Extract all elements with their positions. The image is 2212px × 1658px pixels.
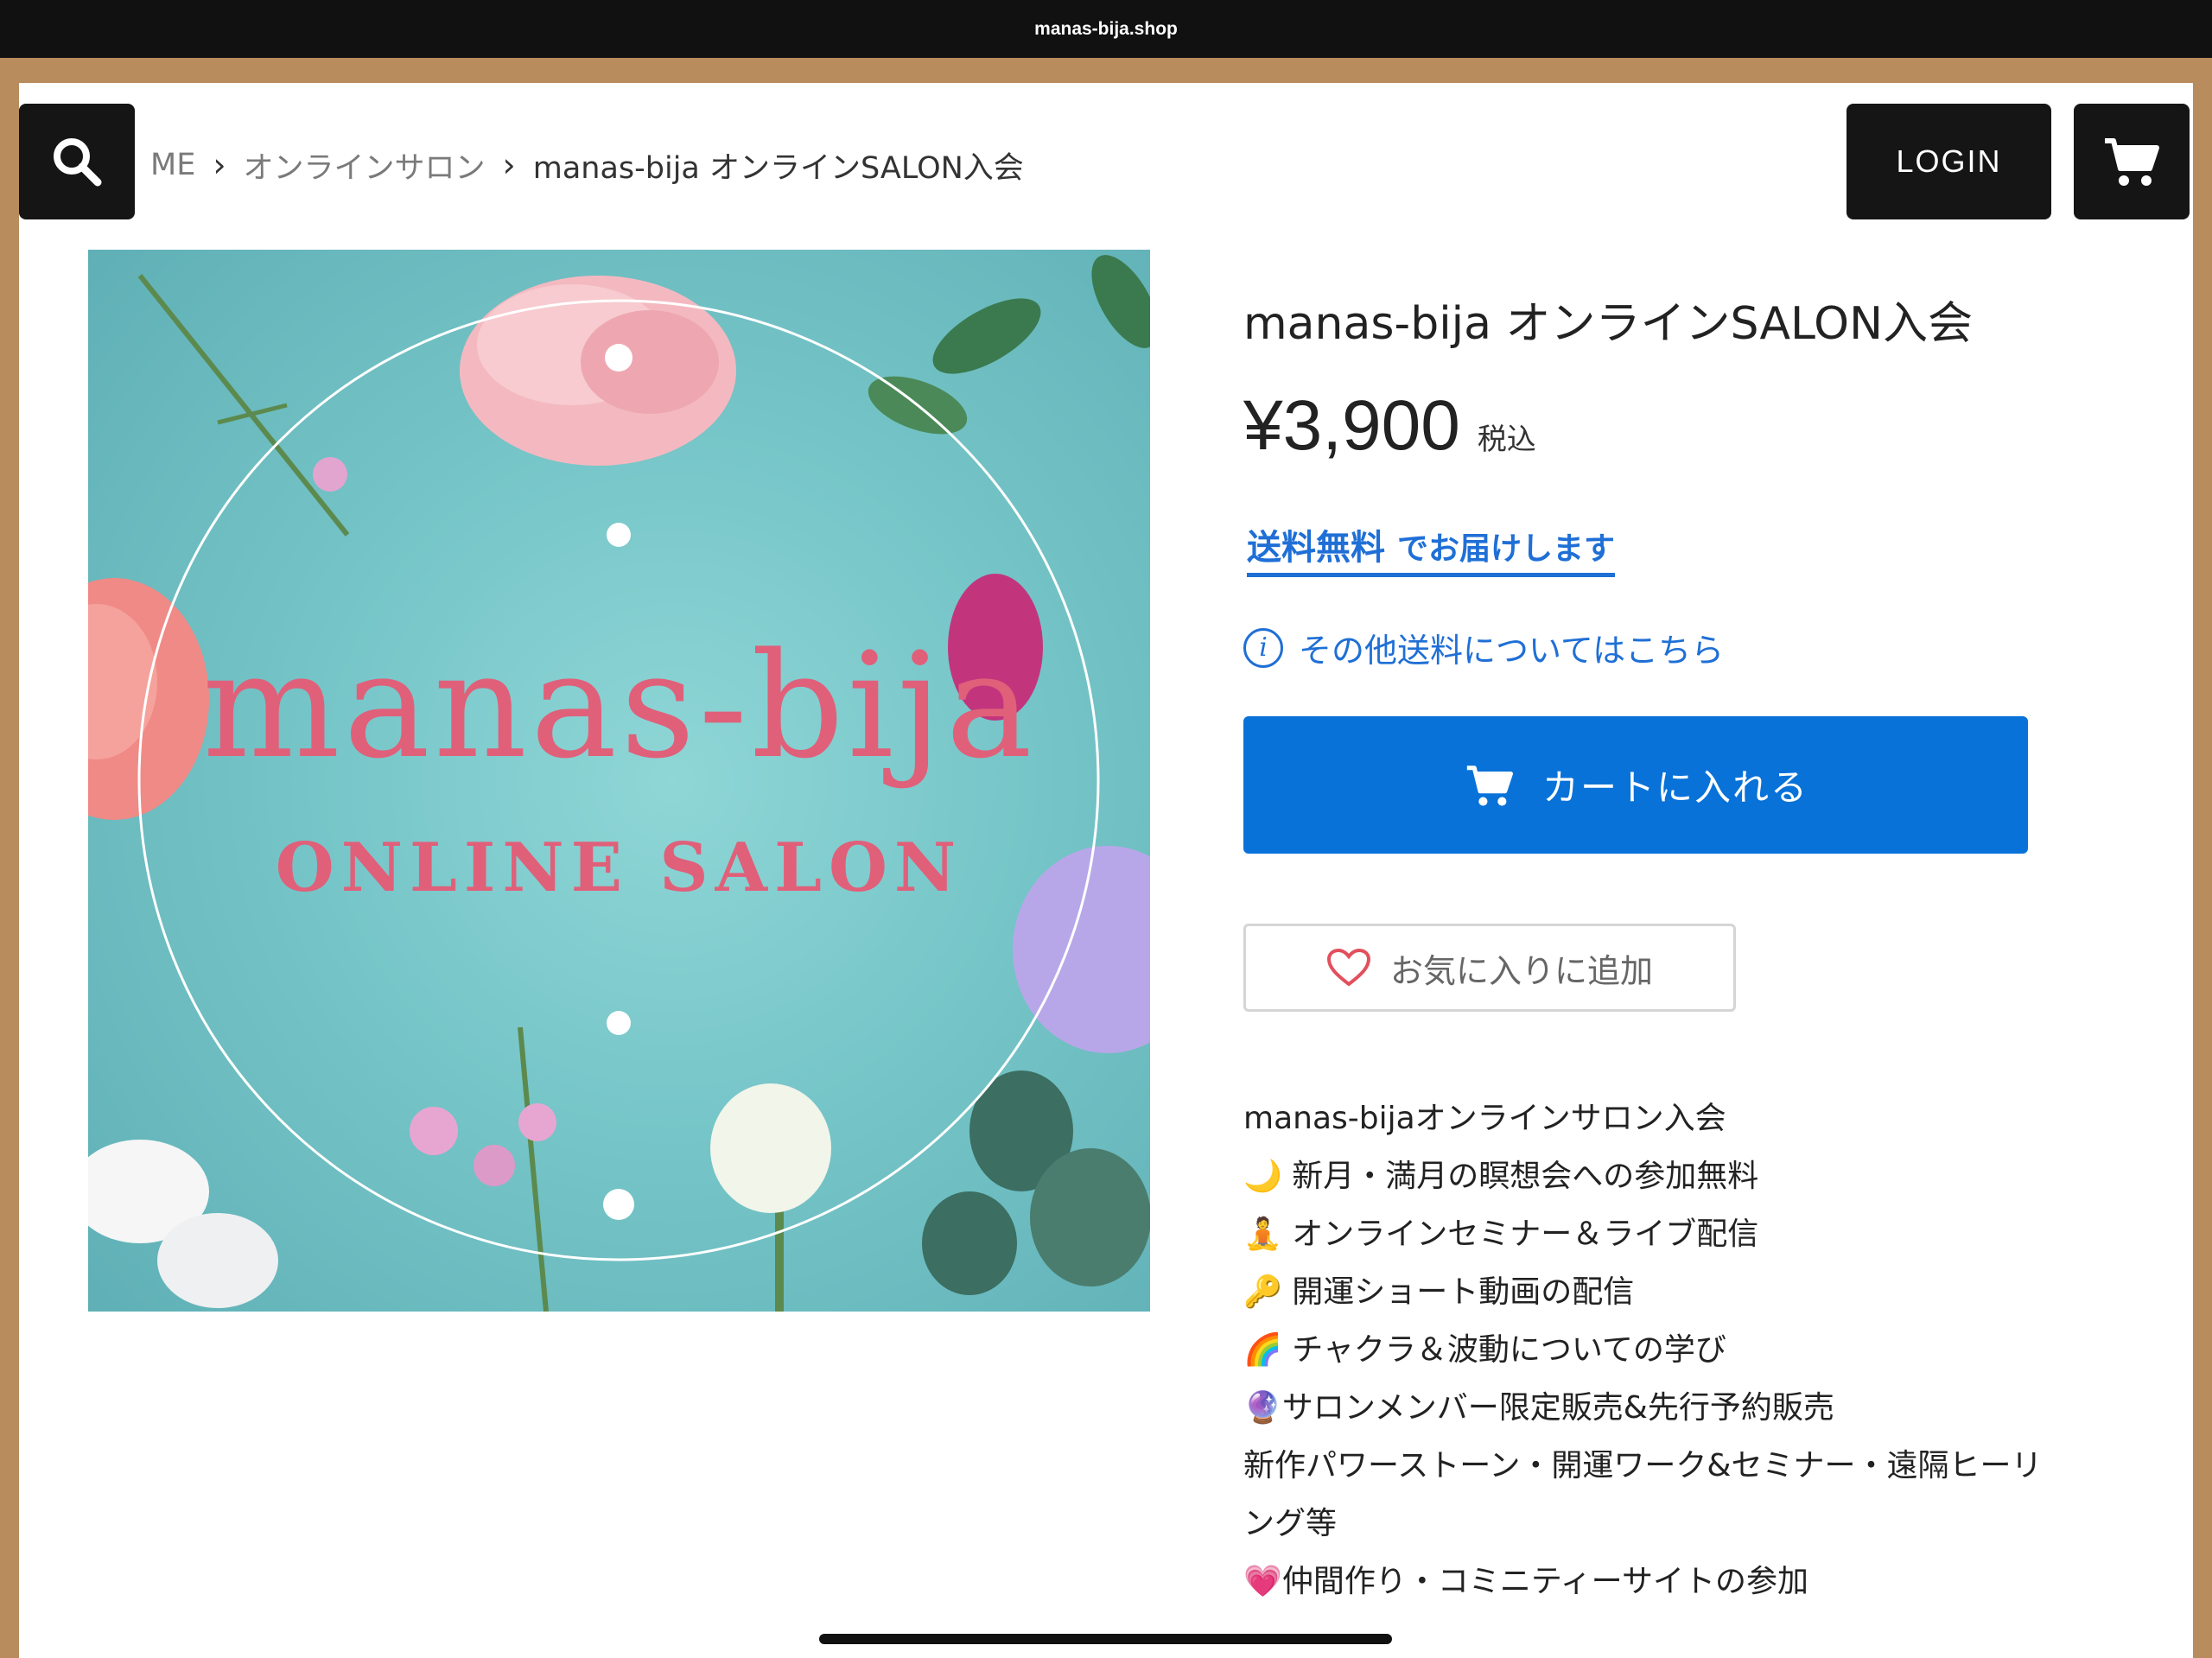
description-line: 🔑 開運ショート動画の配信 — [1243, 1274, 1635, 1310]
description-line: ング等 — [1243, 1506, 1338, 1541]
shipping-info-link[interactable]: i その他送料についてはこちら — [1243, 624, 1724, 671]
page: ME › オンラインサロン › manas-bija オンラインSALON入会 … — [19, 83, 2193, 1658]
add-to-cart-label: カートに入れる — [1541, 766, 1808, 809]
chevron-right-icon: › — [502, 146, 516, 184]
description-line: 🧘 オンラインセミナー＆ライブ配信 — [1243, 1217, 1759, 1252]
description-line: 💗仲間作り・コミニティーサイトの参加 — [1243, 1564, 1808, 1599]
product-image[interactable]: manas-bija ONLINE SALON — [88, 250, 1150, 1312]
free-shipping-subtext: でお届けします — [1396, 531, 1615, 567]
browser-url-bar[interactable]: manas-bija.shop — [0, 0, 2212, 58]
cart-button[interactable] — [2074, 104, 2190, 219]
cart-icon — [1466, 765, 1513, 806]
image-subtitle-text: ONLINE SALON — [275, 829, 963, 907]
description-line: 🌙 新月・満月の瞑想会への参加無料 — [1243, 1159, 1759, 1194]
breadcrumb-current: manas-bija オンラインSALON入会 — [532, 150, 1024, 186]
product-price: ¥3,900 — [1243, 386, 1460, 465]
description-line: 🔮サロンメンバー限定販売&先行予約販売 — [1243, 1390, 1834, 1426]
free-shipping-badge: 送料無料 でお届けします — [1247, 519, 1615, 577]
description-line: 🌈 チャクラ＆波動についての学び — [1243, 1332, 1726, 1368]
cart-icon — [2105, 138, 2159, 186]
breadcrumb-category[interactable]: オンラインサロン — [244, 143, 486, 187]
chevron-right-icon: › — [213, 146, 226, 184]
description-line: 新作パワーストーン・開運ワーク&セミナー・遠隔ヒーリ — [1243, 1448, 2043, 1483]
add-to-favorites-label: お気に入りに追加 — [1389, 951, 1653, 990]
breadcrumb: ME › オンラインサロン › manas-bija オンラインSALON入会 — [135, 143, 1024, 187]
price-row: ¥3,900 税込 — [1243, 385, 1536, 467]
login-label: LOGIN — [1896, 143, 2002, 179]
image-brand-text: manas-bija — [202, 621, 1036, 791]
add-to-cart-button[interactable]: カートに入れる — [1243, 716, 2028, 854]
product-title: manas-bija オンラインSALON入会 — [1243, 298, 1973, 350]
url-text: manas-bija.shop — [1034, 18, 1178, 39]
free-shipping-text: 送料無料 — [1247, 528, 1385, 568]
heart-icon — [1326, 948, 1370, 987]
description-line: manas-bijaオンラインサロン入会 — [1243, 1101, 1726, 1136]
shipping-info-text: その他送料についてはこちら — [1299, 632, 1725, 670]
tax-label: 税込 — [1477, 422, 1536, 457]
breadcrumb-home[interactable]: ME — [150, 148, 195, 182]
login-button[interactable]: LOGIN — [1847, 104, 2051, 219]
search-icon — [54, 138, 102, 187]
product-description: manas-bijaオンラインサロン入会 🌙 新月・満月の瞑想会への参加無料 🧘… — [1243, 1089, 2107, 1610]
home-indicator[interactable] — [819, 1634, 1392, 1644]
search-button[interactable] — [19, 104, 135, 219]
info-icon: i — [1243, 627, 1283, 668]
add-to-favorites-button[interactable]: お気に入りに追加 — [1243, 924, 1736, 1012]
